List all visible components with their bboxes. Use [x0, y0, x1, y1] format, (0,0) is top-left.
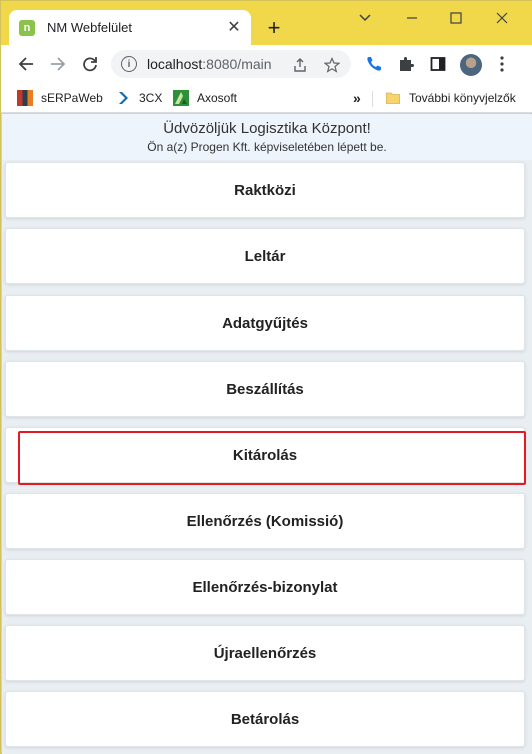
- extensions-puzzle-icon[interactable]: [395, 53, 417, 75]
- menu-button-adatgyujtes[interactable]: Adatgyűjtés: [5, 295, 525, 351]
- welcome-heading: Üdvözöljük Logisztika Központ!: [163, 120, 371, 137]
- reload-icon[interactable]: [79, 53, 101, 75]
- menu-button-label: Leltár: [244, 247, 286, 265]
- minimize-icon[interactable]: [401, 7, 423, 29]
- address-bar[interactable]: i localhost:8080/main: [111, 50, 351, 78]
- share-icon[interactable]: [291, 56, 309, 74]
- browser-window: n NM Webfelület ✕ + i localhost:8080/mai…: [0, 0, 532, 754]
- menu-button-label: Adatgyűjtés: [222, 314, 308, 332]
- address-url: localhost:8080/main: [147, 56, 272, 72]
- other-bookmarks-folder[interactable]: További könyvjelzők: [385, 89, 516, 107]
- phone-icon[interactable]: [363, 53, 385, 75]
- bookmarks-bar: sERPaWeb 3CX Axosoft » További könyvjelz…: [1, 83, 532, 113]
- browser-tab[interactable]: n NM Webfelület ✕: [9, 10, 251, 45]
- bookmark-3cx[interactable]: 3CX: [115, 89, 162, 107]
- welcome-banner: Üdvözöljük Logisztika Központ! Ön a(z) P…: [2, 114, 532, 160]
- browser-toolbar: i localhost:8080/main: [1, 45, 532, 83]
- new-tab-button[interactable]: +: [263, 17, 285, 39]
- menu-button-label: Ellenőrzés-bizonylat: [192, 578, 338, 596]
- tab-strip: n NM Webfelület ✕ +: [1, 1, 532, 45]
- bookmarks-overflow-button[interactable]: »: [353, 89, 361, 107]
- tab-search-chevron-icon[interactable]: [354, 7, 376, 29]
- menu-button-label: Raktközi: [234, 181, 296, 199]
- back-arrow-icon[interactable]: [15, 53, 37, 75]
- menu-button-leltar[interactable]: Leltár: [5, 228, 525, 284]
- menu-button-label: Ellenőrzés (Komissió): [186, 512, 344, 530]
- menu-button-label: Újraellenőrzés: [213, 644, 317, 662]
- menu-button-betarolas[interactable]: Betárolás: [5, 691, 525, 747]
- bookmark-axosoft[interactable]: Axosoft: [173, 89, 237, 107]
- side-panel-icon[interactable]: [427, 53, 449, 75]
- menu-button-ujraellenorzes[interactable]: Újraellenőrzés: [5, 625, 525, 681]
- menu-button-ellenorzes-komissio[interactable]: Ellenőrzés (Komissió): [5, 493, 525, 549]
- tab-title: NM Webfelület: [47, 20, 133, 35]
- bookmark-serpaweb[interactable]: sERPaWeb: [17, 89, 103, 107]
- menu-button-label: Betárolás: [230, 710, 300, 728]
- bookmarks-separator: [372, 91, 373, 107]
- 3cx-icon: [115, 90, 131, 106]
- menu-button-raktkozi[interactable]: Raktközi: [5, 162, 525, 218]
- maximize-icon[interactable]: [445, 7, 467, 29]
- forward-arrow-icon[interactable]: [47, 53, 69, 75]
- nm-favicon-icon: n: [19, 19, 35, 36]
- axosoft-icon: [173, 90, 189, 106]
- browser-menu-icon[interactable]: [491, 53, 513, 75]
- bookmark-label: Axosoft: [197, 91, 238, 105]
- site-info-icon[interactable]: i: [121, 56, 137, 72]
- menu-button-ellenorzes-bizonylat[interactable]: Ellenőrzés-bizonylat: [5, 559, 525, 615]
- bookmark-label: 3CX: [139, 91, 163, 105]
- menu-button-beszallitas[interactable]: Beszállítás: [5, 361, 525, 417]
- welcome-subtitle: Ön a(z) Progen Kft. képviseletében lépet…: [147, 140, 387, 154]
- folder-icon: [385, 90, 401, 106]
- serpaweb-icon: [17, 90, 33, 106]
- bookmark-label: További könyvjelzők: [409, 91, 516, 105]
- close-tab-icon[interactable]: ✕: [225, 18, 243, 36]
- bookmark-label: sERPaWeb: [41, 91, 103, 105]
- close-window-icon[interactable]: [491, 7, 513, 29]
- menu-button-label: Beszállítás: [226, 380, 304, 398]
- menu-button-label: Kitárolás: [232, 446, 298, 464]
- page-content: Üdvözöljük Logisztika Központ! Ön a(z) P…: [2, 114, 532, 754]
- bookmark-star-icon[interactable]: [323, 56, 341, 74]
- profile-avatar[interactable]: [460, 54, 482, 76]
- menu-button-kitarolas[interactable]: Kitárolás: [5, 427, 526, 485]
